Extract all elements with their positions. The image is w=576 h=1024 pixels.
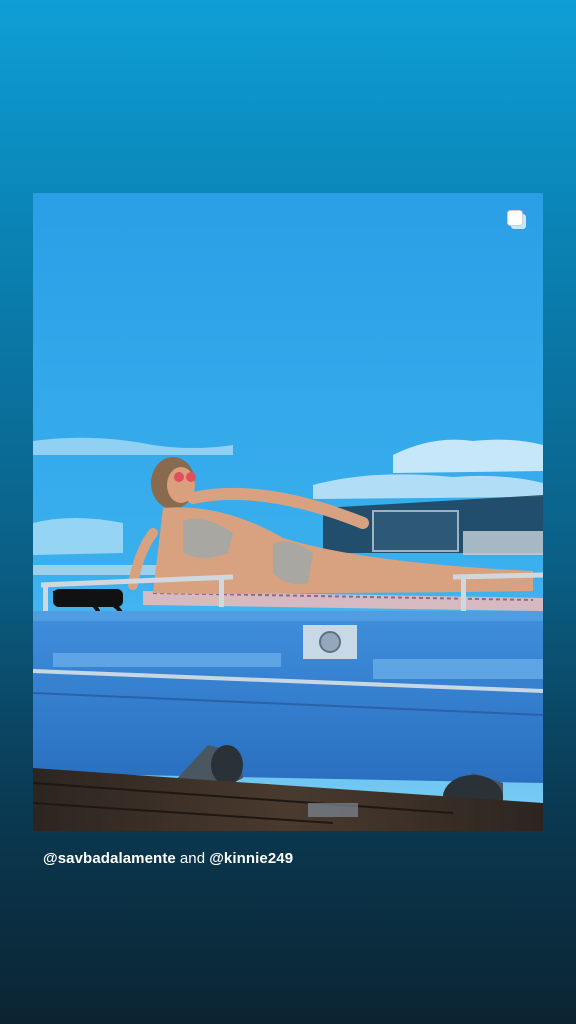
mention-link-2[interactable]: @kinnie249 [209,850,293,867]
post-caption: @savbadalamente and @kinnie249 [43,850,293,867]
story-post-card[interactable] [33,193,543,831]
stacked-squares-icon[interactable] [505,208,529,232]
post-photo [33,193,543,831]
caption-conjunction: and [179,850,206,867]
mention-link-1[interactable]: @savbadalamente [43,850,176,867]
